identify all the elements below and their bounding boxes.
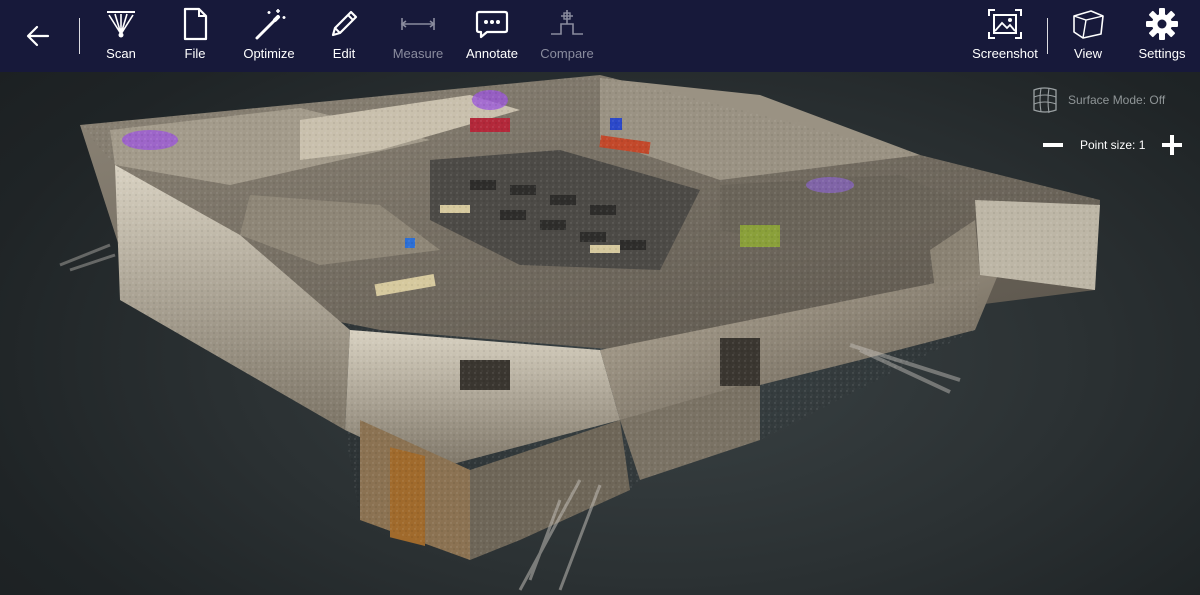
scan-label: Scan [106, 46, 136, 61]
toolbar-divider [79, 18, 80, 54]
file-label: File [184, 46, 206, 61]
settings-label: Settings [1138, 46, 1186, 61]
annotate-label: Annotate [465, 46, 519, 61]
cube-icon [1073, 10, 1104, 39]
point-size-decrease-button[interactable] [1040, 132, 1066, 158]
edit-label: Edit [332, 46, 356, 61]
speech-bubble-icon [475, 10, 509, 39]
surface-mode-label: Surface Mode: Off [1068, 93, 1166, 107]
plus-icon [1162, 135, 1183, 155]
screenshot-icon [988, 9, 1022, 39]
optimize-button[interactable]: Optimize [229, 0, 309, 72]
measure-label: Measure [392, 46, 444, 61]
back-button[interactable] [18, 16, 58, 56]
gear-icon [1146, 8, 1178, 40]
magic-wand-icon [255, 9, 286, 40]
edit-button[interactable]: Edit [304, 0, 384, 72]
point-cloud-viewport[interactable] [0, 72, 1200, 595]
annotate-button[interactable]: Annotate [452, 0, 532, 72]
point-size-increase-button[interactable] [1159, 132, 1185, 158]
screenshot-label: Screenshot [972, 46, 1038, 61]
file-button[interactable]: File [155, 0, 235, 72]
scan-icon [107, 11, 135, 38]
pencil-icon [331, 10, 358, 37]
compare-icon [551, 10, 583, 35]
measure-icon [400, 18, 436, 30]
scan-button[interactable]: Scan [81, 0, 161, 72]
minus-icon [1043, 143, 1063, 147]
optimize-label: Optimize [243, 46, 295, 61]
point-cloud-model [59, 75, 1100, 591]
compare-button[interactable]: Compare [527, 0, 607, 72]
settings-button[interactable]: Settings [1122, 0, 1200, 72]
view-button[interactable]: View [1048, 0, 1128, 72]
measure-button[interactable]: Measure [378, 0, 458, 72]
point-size-label: Point size: 1 [1080, 138, 1146, 152]
view-label: View [1074, 46, 1102, 61]
back-arrow-icon [26, 25, 50, 47]
point-size-control: Point size: 1 [1040, 132, 1185, 158]
screenshot-button[interactable]: Screenshot [965, 0, 1045, 72]
file-icon [183, 7, 208, 41]
compare-label: Compare [540, 46, 594, 61]
surface-mode-toggle[interactable]: Surface Mode: Off [1030, 84, 1165, 116]
top-toolbar: Scan File Optimize Edit Measure Annotate… [0, 0, 1200, 72]
mesh-surface-icon [1033, 87, 1057, 114]
